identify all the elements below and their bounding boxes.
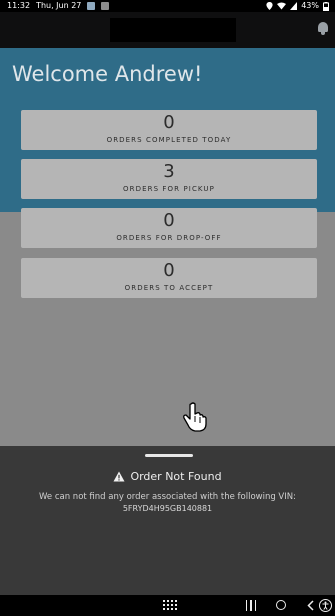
signal-icon xyxy=(290,2,298,10)
sheet-title: Order Not Found xyxy=(130,470,222,483)
status-right: 43% xyxy=(266,0,329,12)
redacted-header-title xyxy=(110,18,236,42)
status-bar: 11:32 Thu, Jun 27 43% xyxy=(0,0,335,12)
hand-pointer-icon xyxy=(183,402,207,432)
welcome-title: Welcome Andrew! xyxy=(12,62,203,86)
system-nav-bar xyxy=(0,595,335,616)
back-icon[interactable] xyxy=(306,600,316,611)
card-label: ORDERS TO ACCEPT xyxy=(124,284,214,292)
wifi-icon xyxy=(277,2,287,10)
card-label: ORDERS FOR DROP-OFF xyxy=(116,234,222,242)
home-button[interactable] xyxy=(276,600,286,610)
app-header xyxy=(0,12,335,48)
sheet-message: We can not find any order associated wit… xyxy=(39,492,296,502)
warning-icon xyxy=(113,471,125,482)
order-not-found-sheet: Order Not Found We can not find any orde… xyxy=(0,446,335,599)
notification-app-icon xyxy=(87,2,96,10)
accessibility-icon[interactable] xyxy=(319,599,332,612)
notification-app-icon-2 xyxy=(101,2,110,10)
card-value: 0 xyxy=(163,210,175,231)
status-date: Thu, Jun 27 xyxy=(36,1,82,10)
keyboard-icon[interactable] xyxy=(163,599,177,611)
location-icon xyxy=(266,2,273,10)
card-orders-for-drop-off[interactable]: 0 ORDERS FOR DROP-OFF xyxy=(21,208,317,248)
recents-button[interactable] xyxy=(244,600,258,611)
card-value: 3 xyxy=(163,161,175,182)
card-orders-to-accept[interactable]: 0 ORDERS TO ACCEPT xyxy=(21,258,317,298)
card-value: 0 xyxy=(163,260,175,281)
card-orders-for-pickup[interactable]: 3 ORDERS FOR PICKUP xyxy=(21,159,317,199)
bell-icon[interactable] xyxy=(317,22,329,36)
battery-percent: 43% xyxy=(301,1,319,10)
card-orders-completed-today[interactable]: 0 ORDERS COMPLETED TODAY xyxy=(21,110,317,150)
sheet-drag-handle[interactable] xyxy=(145,454,193,457)
card-value: 0 xyxy=(163,112,175,133)
sheet-vin: 5FRYD4H95GB140881 xyxy=(122,504,213,513)
status-time: 11:32 xyxy=(7,1,31,10)
sheet-title-row: Order Not Found xyxy=(0,470,335,483)
card-label: ORDERS COMPLETED TODAY xyxy=(106,136,232,144)
status-left: 11:32 Thu, Jun 27 xyxy=(7,0,110,12)
battery-icon xyxy=(323,1,329,11)
card-label: ORDERS FOR PICKUP xyxy=(123,185,215,193)
